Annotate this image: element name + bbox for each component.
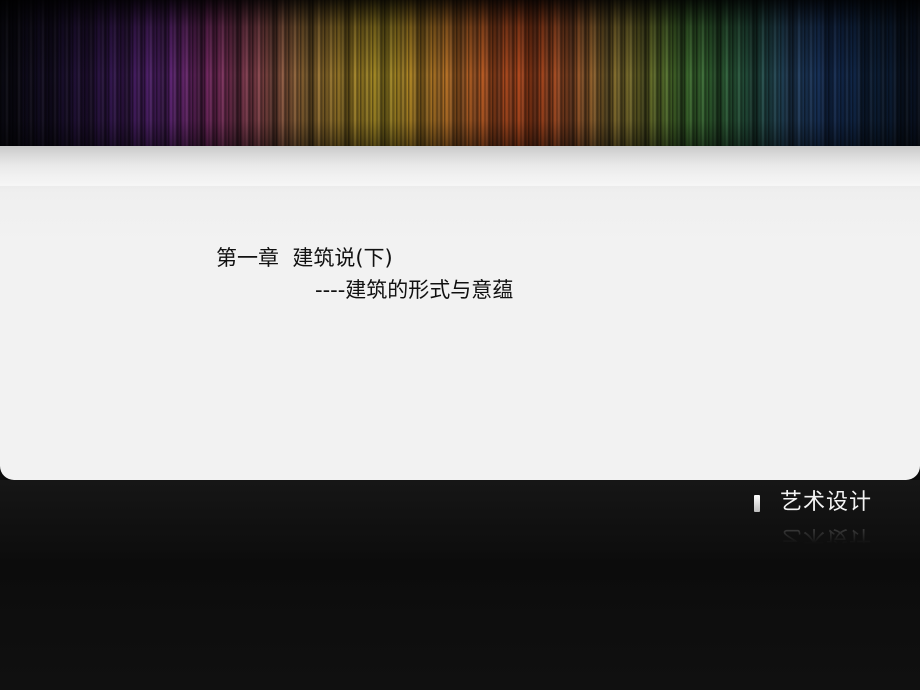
slide-subtitle: ----建筑的形式与意蕴 <box>315 278 514 302</box>
brand-text: 艺术设计 <box>780 490 873 515</box>
slide-title: 第一章 建筑说(下) <box>216 246 393 270</box>
content-panel: 第一章 建筑说(下) ----建筑的形式与意蕴 <box>0 146 920 480</box>
slide: 第一章 建筑说(下) ----建筑的形式与意蕴 艺术设计 艺术设计 <box>0 0 920 690</box>
rainbow-streak-banner <box>0 0 920 150</box>
white-bar-icon <box>754 494 760 512</box>
brand-label: 艺术设计 <box>754 492 872 514</box>
brand-text-reflection: 艺术设计 <box>780 525 873 550</box>
